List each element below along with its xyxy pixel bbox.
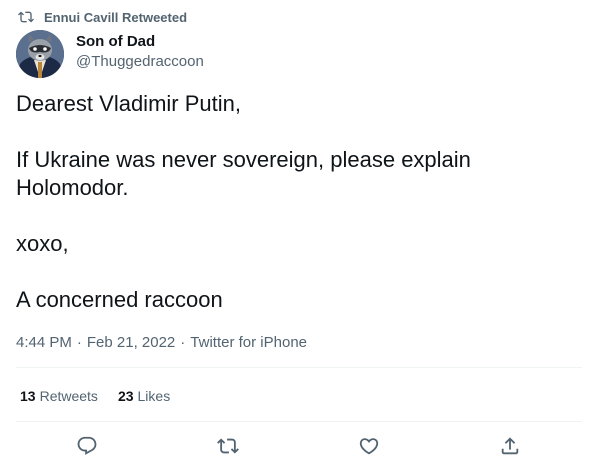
reply-icon <box>77 436 97 455</box>
retweets-stat[interactable]: 13 Retweets <box>20 386 98 406</box>
author-display-name[interactable]: Son of Dad <box>76 32 204 52</box>
tweet-source[interactable]: Twitter for iPhone <box>190 333 307 353</box>
retweets-count: 13 <box>20 388 36 404</box>
likes-stat[interactable]: 23 Likes <box>118 386 170 406</box>
meta-separator: · <box>180 334 186 351</box>
tweet-date[interactable]: Feb 21, 2022 <box>87 333 175 353</box>
tweet-paragraph: If Ukraine was never sovereign, please e… <box>16 147 471 200</box>
action-bar <box>16 432 582 460</box>
avatar[interactable] <box>16 30 64 78</box>
share-button[interactable] <box>496 432 524 460</box>
raccoon-avatar <box>16 30 64 78</box>
retweets-label: Retweets <box>39 388 98 404</box>
meta-separator: · <box>76 334 82 351</box>
retweet-icon <box>217 438 239 454</box>
likes-count: 23 <box>117 388 134 404</box>
author-handle[interactable]: @Thuggedraccoon <box>76 52 204 72</box>
reply-button[interactable] <box>73 432 101 460</box>
tweet-paragraph: xoxo, <box>16 231 69 256</box>
likes-label: Likes <box>137 388 171 404</box>
retweet-context-label: Ennui Cavill Retweeted <box>44 9 188 25</box>
divider <box>16 367 582 368</box>
retweet-context[interactable]: Ennui Cavill Retweeted <box>18 8 187 26</box>
tweet-meta: 4:44 PM · Feb 21, 2022 · Twitter for iPh… <box>16 333 307 353</box>
divider <box>16 421 582 422</box>
share-icon <box>501 437 519 455</box>
retweet-button[interactable] <box>214 432 242 460</box>
tweet-time[interactable]: 4:44 PM <box>16 333 72 353</box>
tweet-text: Dearest Vladimir Putin, If Ukraine was n… <box>16 90 582 342</box>
like-button[interactable] <box>355 432 383 460</box>
author-block: Son of Dad @Thuggedraccoon <box>76 32 204 72</box>
heart-icon <box>359 438 379 455</box>
tweet-stats: 13 Retweets 23 Likes <box>20 386 190 406</box>
tweet-paragraph: A concerned raccoon <box>16 287 223 312</box>
retweet-icon <box>18 9 34 25</box>
tweet-paragraph: Dearest Vladimir Putin, <box>16 91 241 116</box>
